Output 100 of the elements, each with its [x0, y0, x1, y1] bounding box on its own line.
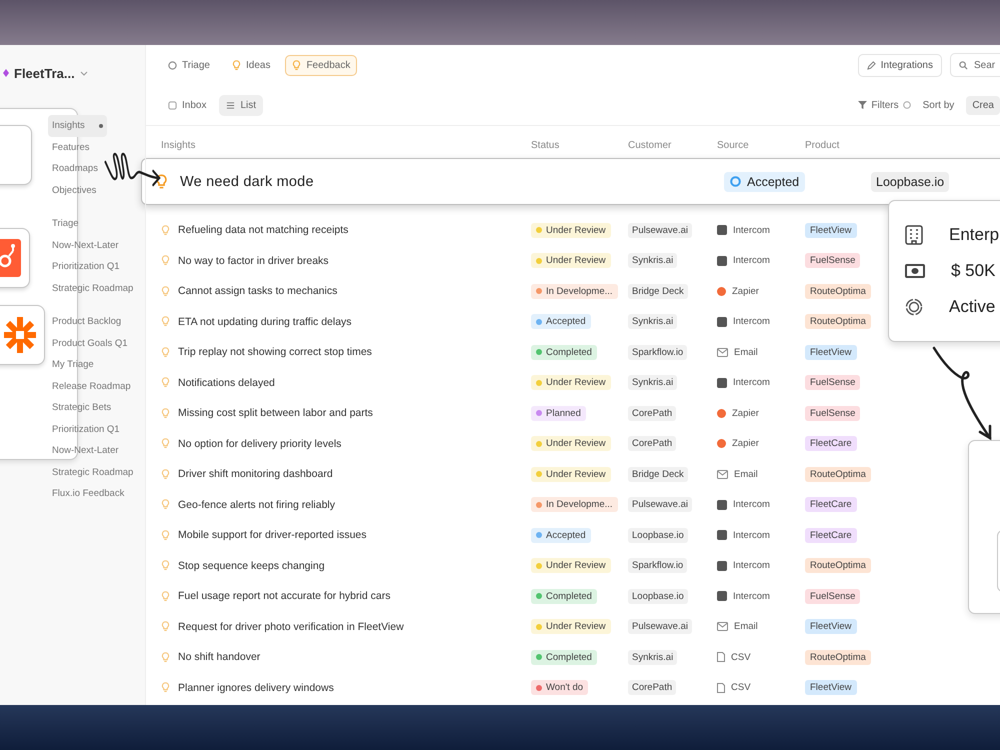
source-label: Email: [734, 468, 758, 480]
customer-tag: CorePath: [628, 436, 676, 452]
insight-title: Geo-fence alerts not firing reliably: [178, 498, 335, 511]
sort-dropdown[interactable]: Crea: [966, 96, 1000, 114]
filters-button[interactable]: Filters: [858, 100, 917, 110]
status-tag: Accepted: [531, 528, 591, 543]
product-tag: FleetCare: [805, 436, 857, 452]
customer-detail: Active: [949, 297, 996, 317]
source-label: Intercom: [733, 316, 770, 328]
customer-tag: Bridge Deck: [628, 466, 688, 482]
insight-title: ETA not updating during traffic delays: [178, 316, 352, 328]
source-label: Zapier: [732, 438, 759, 450]
sidebar-item[interactable]: Product Backlog: [48, 311, 126, 332]
status-tag: Under Review: [531, 558, 611, 574]
customer-tag: Loopbase.io: [628, 588, 688, 604]
sort-label: Sort by: [922, 100, 956, 110]
customer-detail: $ 50K: [951, 261, 996, 281]
insight-title: Notifications delayed: [178, 376, 275, 389]
column-header: Status: [531, 140, 560, 150]
insight-title: Stop sequence keeps changing: [178, 560, 325, 572]
sidebar-item[interactable]: Insights: [48, 115, 107, 136]
sidebar-item[interactable]: Objectives: [48, 180, 100, 201]
tab[interactable]: Feedback: [285, 54, 358, 76]
status-tag: Accepted: [531, 314, 591, 330]
status-tag: Completed: [531, 588, 597, 604]
column-header: Source: [717, 140, 750, 150]
insight-title: Missing cost split between labor and parts: [178, 407, 373, 420]
integrations-button[interactable]: Integrations: [858, 54, 942, 76]
sidebar-item[interactable]: Now-Next-Later: [48, 440, 123, 462]
sidebar-item[interactable]: Prioritization Q1: [48, 256, 124, 278]
sidebar-item[interactable]: Triage: [48, 213, 83, 234]
customer-tag: Bridge Deck: [628, 284, 688, 299]
product-tag: FuelSense: [805, 253, 860, 268]
tab[interactable]: Triage: [161, 54, 217, 76]
tab[interactable]: Ideas: [224, 54, 278, 76]
status-tag: Under Review: [531, 619, 611, 634]
product-tag: FuelSense: [805, 406, 860, 421]
insight-title: Request for driver photo verification in FleetView: [178, 620, 404, 633]
source-label: Intercom: [733, 224, 770, 236]
sidebar-item[interactable]: Now-Next-Later: [48, 234, 123, 256]
customer-tag: Sparkflow.io: [628, 558, 688, 574]
product-tag: FuelSense: [805, 588, 860, 604]
insight-title: We need dark mode: [180, 174, 315, 190]
status-tag: Under Review: [531, 436, 611, 452]
view-tab[interactable]: List: [219, 94, 264, 116]
search-field[interactable]: Sear: [950, 53, 1000, 77]
product-tag: FleetView: [805, 680, 857, 696]
customer-tag: CorePath: [628, 680, 676, 696]
customer-tag: Loopbase.io: [628, 528, 688, 543]
sidebar-item[interactable]: Strategic Roadmap: [48, 278, 138, 299]
customer-tag: Pulsewave.ai: [628, 619, 692, 634]
status-tag: Accepted: [724, 172, 806, 192]
sidebar-item[interactable]: Strategic Bets: [48, 397, 116, 418]
product-tag: FleetView: [805, 344, 857, 360]
insight-title: Planner ignores delivery windows: [178, 682, 334, 694]
product-tag: RouteOptima: [805, 284, 871, 299]
sidebar-item[interactable]: Product Goals Q1: [48, 332, 132, 354]
source-label: Intercom: [733, 255, 770, 266]
sidebar-item[interactable]: Flux.io Feedback: [48, 483, 128, 504]
sidebar-item[interactable]: Release Roadmap: [48, 376, 135, 397]
view-tab[interactable]: Inbox: [161, 94, 214, 116]
source-label: Intercom: [733, 590, 770, 602]
workspace-name[interactable]: FleetTra...: [14, 66, 75, 80]
customer-tag: Sparkflow.io: [628, 344, 688, 360]
sidebar-item[interactable]: My Triage: [48, 354, 98, 376]
product-tag: FleetCare: [805, 497, 857, 512]
product-tag: FleetCare: [805, 528, 857, 543]
insight-title: Cannot assign tasks to mechanics: [178, 285, 338, 298]
product-tag: RouteOptima: [805, 650, 871, 665]
column-header: Insights: [161, 140, 196, 150]
status-tag: Completed: [531, 650, 597, 665]
product-tag: RouteOptima: [805, 466, 871, 482]
sidebar-item[interactable]: Features: [48, 136, 94, 158]
customer-tag: Pulsewave.ai: [628, 222, 692, 238]
source-label: Intercom: [733, 499, 770, 510]
product-tag: FleetView: [805, 619, 857, 634]
insight-title: No shift handover: [178, 651, 260, 664]
sidebar-item[interactable]: Strategic Roadmap: [48, 462, 138, 483]
customer-tag: Loopbase.io: [871, 172, 950, 192]
product-tag: FleetView: [805, 222, 857, 238]
product-tag: RouteOptima: [805, 314, 871, 330]
source-label: Email: [734, 621, 758, 632]
source-label: Zapier: [732, 408, 759, 419]
status-tag: In Developme...: [531, 497, 618, 512]
status-tag: Won't do: [531, 680, 588, 696]
product-tag: RouteOptima: [805, 558, 871, 574]
status-tag: In Developme...: [531, 284, 618, 299]
insight-title: No option for delivery priority levels: [178, 438, 342, 450]
insight-title: No way to factor in driver breaks: [178, 254, 329, 267]
status-tag: Under Review: [531, 466, 611, 482]
customer-detail: Enterp: [949, 225, 1000, 245]
customer-tag: Synkris.ai: [628, 314, 678, 330]
source-label: Intercom: [733, 560, 770, 572]
column-header: Product: [805, 140, 840, 150]
sidebar-item[interactable]: Roadmaps: [48, 158, 102, 180]
insight-title: Fuel usage report not accurate for hybrid cars: [178, 590, 390, 602]
customer-tag: Synkris.ai: [628, 375, 678, 390]
sidebar-item[interactable]: Prioritization Q1: [48, 418, 124, 440]
source-label: CSV: [731, 652, 751, 663]
source-label: Zapier: [732, 286, 759, 297]
